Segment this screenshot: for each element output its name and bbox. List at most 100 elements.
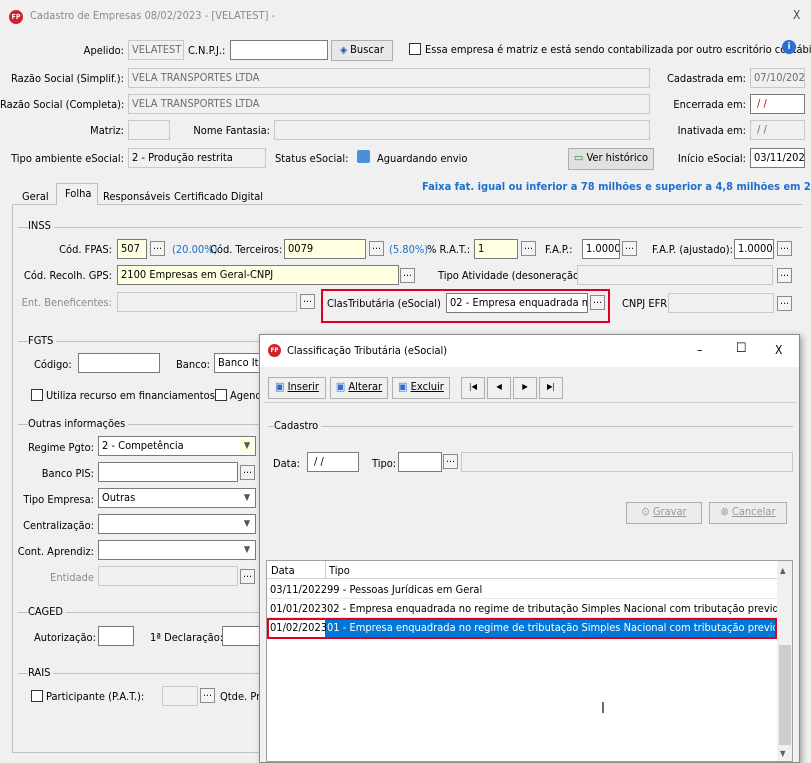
fap-ajustado-lookup-button[interactable]: …: [777, 241, 792, 256]
tipo-atividade-field[interactable]: [577, 265, 773, 285]
tab-geral[interactable]: Geral: [22, 190, 49, 204]
fap-lookup-button[interactable]: …: [622, 241, 637, 256]
entidade-field[interactable]: [98, 566, 238, 586]
banco-pis-lookup-button[interactable]: …: [240, 465, 255, 480]
centralizacao-select[interactable]: ▼: [98, 514, 256, 534]
dialog-maximize-button[interactable]: ☐: [736, 342, 747, 356]
row-data: 01/01/2023: [270, 602, 328, 615]
fap-ajustado-label: F.A.P. (ajustado):: [652, 243, 733, 256]
regime-select[interactable]: 2 - Competência ▼: [98, 436, 256, 456]
terceiros-lookup-button[interactable]: …: [369, 241, 384, 256]
participante-lookup-button[interactable]: …: [200, 688, 215, 703]
inserir-button[interactable]: ▣ Inserir: [268, 377, 326, 399]
ver-historico-button[interactable]: ▭ Ver histórico: [568, 148, 654, 170]
status-label: Status eSocial:: [275, 152, 349, 165]
encerrada-field[interactable]: / /: [750, 94, 805, 114]
alterar-button[interactable]: ▣ Alterar: [330, 377, 388, 399]
inserir-label: Inserir: [287, 380, 319, 393]
last-record-button[interactable]: ▶|: [539, 377, 563, 399]
matriz-checkbox[interactable]: [409, 43, 421, 55]
tipo-atividade-lookup-button[interactable]: …: [777, 268, 792, 283]
scroll-thumb[interactable]: [779, 645, 791, 745]
dialog-close-button[interactable]: X: [775, 343, 782, 357]
cnpj-efr-field[interactable]: [668, 293, 774, 313]
razao-simpl-label: Razão Social (Simplif.):: [11, 72, 124, 85]
tipo-description-field[interactable]: [461, 452, 793, 472]
ver-historico-label: Ver histórico: [586, 151, 649, 164]
gps-label: Cód. Recolh. GPS:: [23, 269, 112, 282]
text-cursor-icon: I: [601, 699, 605, 717]
gps-lookup-button[interactable]: …: [400, 268, 415, 283]
clas-tributaria-input[interactable]: 02 - Empresa enquadrada no r: [446, 293, 588, 313]
excluir-button[interactable]: ▣ Excluir: [392, 377, 450, 399]
chevron-down-icon: ▼: [240, 542, 254, 558]
apelido-field[interactable]: VELATEST: [128, 40, 184, 60]
tipo-ambiente-field[interactable]: 2 - Produção restrita: [128, 148, 266, 168]
fap-input[interactable]: 1.0000: [582, 239, 620, 259]
aprendiz-select[interactable]: ▼: [98, 540, 256, 560]
cnpj-input[interactable]: [230, 40, 328, 60]
fgts-title: FGTS: [28, 334, 57, 348]
table-row[interactable]: 03/11/2022 99 - Pessoas Jurídicas em Ger…: [267, 581, 777, 599]
cancelar-button[interactable]: ⊗ Cancelar: [709, 502, 787, 524]
folha-panel-border: [12, 204, 13, 752]
fgts-codigo-input[interactable]: [78, 353, 160, 373]
window-close-button[interactable]: X: [793, 8, 800, 22]
dialog-logo-icon: FP: [268, 344, 281, 357]
info-icon[interactable]: i: [782, 40, 796, 54]
scroll-down-icon[interactable]: ▼: [780, 747, 786, 761]
table-row[interactable]: 01/01/2023 02 - Empresa enquadrada no re…: [267, 600, 777, 618]
grid-header-data[interactable]: Data: [271, 564, 295, 578]
tipo-code-input[interactable]: [398, 452, 442, 472]
razao-simpl-field[interactable]: VELA TRANSPORTES LTDA: [128, 68, 650, 88]
tipo-lookup-button[interactable]: …: [443, 454, 458, 469]
tab-certificado[interactable]: Certificado Digital: [174, 190, 263, 204]
cnpj-efr-lookup-button[interactable]: …: [777, 296, 792, 311]
first-record-button[interactable]: |◀: [461, 377, 485, 399]
gravar-button[interactable]: ⊙ Gravar: [626, 502, 702, 524]
row-tipo: 02 - Empresa enquadrada no regime de tri…: [327, 602, 777, 615]
tipo-ambiente-label: Tipo ambiente eSocial:: [11, 152, 124, 165]
entidade-label: Entidade: [50, 571, 94, 584]
ent-beneficentes-field[interactable]: [117, 292, 297, 312]
clas-tributaria-lookup-button[interactable]: …: [590, 295, 605, 310]
matriz-field[interactable]: [128, 120, 170, 140]
terceiros-input[interactable]: 0079: [284, 239, 366, 259]
rat-lookup-button[interactable]: …: [521, 241, 536, 256]
razao-comp-field[interactable]: VELA TRANSPORTES LTDA: [128, 94, 650, 114]
autorizacao-input[interactable]: [98, 626, 134, 646]
financiamentos-checkbox[interactable]: [31, 389, 43, 401]
matriz-check-label: Essa empresa é matriz e está sendo conta…: [425, 43, 811, 56]
window-title: Cadastro de Empresas 08/02/2023 - [VELAT…: [30, 9, 276, 22]
nome-fantasia-field[interactable]: [274, 120, 650, 140]
gps-input[interactable]: 2100 Empresas em Geral-CNPJ: [117, 265, 399, 285]
fpas-input[interactable]: 507: [117, 239, 147, 259]
dialog-minimize-button[interactable]: –: [697, 343, 702, 357]
next-record-button[interactable]: ▶: [513, 377, 537, 399]
agend-checkbox[interactable]: [215, 389, 227, 401]
fpas-lookup-button[interactable]: …: [150, 241, 165, 256]
inicio-field[interactable]: 03/11/2021: [750, 148, 805, 168]
cadastrada-field[interactable]: 07/10/2022: [750, 68, 805, 88]
inativada-field[interactable]: / /: [750, 120, 805, 140]
banco-pis-input[interactable]: [98, 462, 238, 482]
ent-beneficentes-lookup-button[interactable]: …: [300, 294, 315, 309]
rat-input[interactable]: 1: [474, 239, 518, 259]
status-icon: [357, 150, 370, 163]
tipo-empresa-select[interactable]: Outras ▼: [98, 488, 256, 508]
alterar-label: Alterar: [348, 380, 383, 393]
tab-responsaveis[interactable]: Responsáveis: [103, 190, 170, 204]
fap-ajustado-input[interactable]: 1.0000: [734, 239, 774, 259]
scroll-up-icon[interactable]: ▲: [780, 564, 786, 578]
grid-header-tipo[interactable]: Tipo: [329, 564, 350, 578]
buscar-button[interactable]: ◈ Buscar: [331, 40, 393, 61]
participante-field[interactable]: [162, 686, 198, 706]
encerrada-label: Encerrada em:: [673, 98, 746, 111]
data-input[interactable]: / /: [307, 452, 359, 472]
entidade-lookup-button[interactable]: …: [240, 569, 255, 584]
inicio-label: Início eSocial:: [677, 152, 746, 165]
prev-record-button[interactable]: ◀: [487, 377, 511, 399]
participante-checkbox[interactable]: [31, 690, 43, 702]
rais-group: [18, 673, 268, 674]
tab-folha[interactable]: Folha: [65, 187, 91, 201]
